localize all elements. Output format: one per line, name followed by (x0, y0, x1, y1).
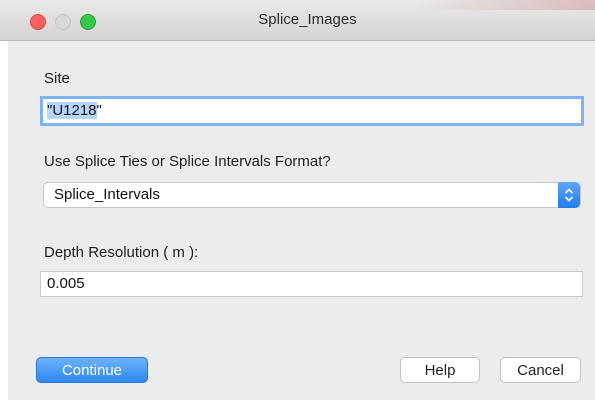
depth-input[interactable]: 0.005 (40, 271, 583, 297)
depth-label: Depth Resolution ( m ): (44, 244, 199, 261)
site-input[interactable]: "U1218" (40, 96, 584, 126)
format-label: Use Splice Ties or Splice Intervals Form… (44, 153, 331, 170)
continue-button[interactable]: Continue (36, 357, 148, 383)
cancel-button[interactable]: Cancel (500, 357, 581, 383)
format-select-value: Splice_Intervals (54, 186, 160, 203)
site-input-text-rest: " (96, 102, 102, 119)
help-button[interactable]: Help (400, 357, 480, 383)
format-select[interactable]: Splice_Intervals (43, 182, 581, 208)
site-label: Site (44, 70, 70, 87)
window-edge (0, 0, 8, 400)
title-bar: Splice_Images (0, 0, 595, 41)
select-arrows-icon[interactable] (558, 182, 580, 208)
site-input-selected-text: "U1218 (47, 102, 97, 119)
dialog-window: Splice_Images Site "U1218" Use Splice Ti… (0, 0, 595, 400)
window-title: Splice_Images (258, 11, 357, 28)
